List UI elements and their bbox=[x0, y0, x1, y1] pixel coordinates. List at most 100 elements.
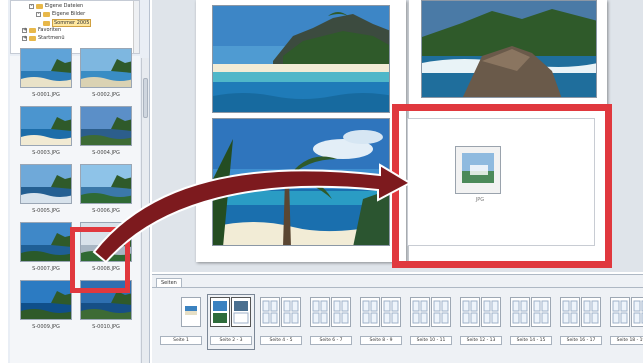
page-spread-thumbnail[interactable]: Seite 4 - 5 bbox=[260, 297, 302, 347]
photo-slot-top-left[interactable] bbox=[212, 5, 390, 113]
spread-page bbox=[260, 297, 280, 327]
spread-page bbox=[381, 297, 401, 327]
thumbnail-caption: S-0005.JPG bbox=[32, 208, 60, 214]
thumbnail-item[interactable]: S-0009.JPG bbox=[20, 280, 72, 330]
strip-divider bbox=[152, 287, 643, 288]
coast-rock-photo bbox=[422, 1, 596, 97]
thumbnail-caption: S-0007.JPG bbox=[32, 266, 60, 272]
tree-item-label: Favoriten bbox=[38, 27, 62, 33]
page-spread-thumbnail[interactable]: Seite 12 - 13 bbox=[460, 297, 502, 347]
palm-beach-photo bbox=[213, 119, 389, 245]
spread-label: Seite 4 - 5 bbox=[260, 336, 302, 345]
tree-item-label: Sommer 2005 bbox=[52, 19, 92, 27]
spread-page bbox=[360, 297, 380, 327]
page-spread-thumbnail[interactable]: Seite 8 - 9 bbox=[360, 297, 402, 347]
thumbnail-caption: S-0001.JPG bbox=[32, 92, 60, 98]
spread-page bbox=[431, 297, 451, 327]
tree-item-label: Eigene Bilder bbox=[52, 11, 86, 17]
thumbnail-image bbox=[20, 48, 72, 88]
spread-label: Seite 12 - 13 bbox=[460, 336, 502, 345]
spread-page bbox=[481, 297, 501, 327]
tree-item[interactable]: + Startmenü bbox=[22, 35, 65, 41]
thumbnail-image bbox=[80, 106, 132, 146]
page-spread-thumbnail[interactable]: Seite 10 - 11 bbox=[410, 297, 452, 347]
spread-page bbox=[460, 297, 480, 327]
file-browser-sidebar: - Eigene Dateien - Eigene Bilder Sommer 2005… bbox=[8, 0, 150, 363]
expand-icon[interactable]: + bbox=[22, 27, 27, 33]
folder-icon bbox=[29, 35, 36, 41]
thumbnail-caption: S-0010.JPG bbox=[92, 324, 120, 330]
thumbnail-caption: S-0006.JPG bbox=[92, 208, 120, 214]
page-spread-thumbnail[interactable]: Seite 14 - 15 bbox=[510, 297, 552, 347]
folder-icon bbox=[43, 11, 50, 17]
thumbnail-item[interactable]: S-0003.JPG bbox=[20, 106, 72, 156]
tree-item[interactable]: - Eigene Bilder bbox=[36, 11, 85, 17]
tree-item[interactable]: + Favoriten bbox=[22, 27, 61, 33]
tree-item-label: Eigene Dateien bbox=[45, 3, 84, 9]
page-spread-thumbnail[interactable]: Seite 16 - 17 bbox=[560, 297, 602, 347]
thumbnail-item[interactable]: S-0001.JPG bbox=[20, 48, 72, 98]
spread-label: Seite 10 - 11 bbox=[410, 336, 452, 345]
spread-page bbox=[610, 297, 630, 327]
spread-page bbox=[410, 297, 430, 327]
thumbnail-item[interactable]: S-0006.JPG bbox=[80, 164, 132, 214]
spread-page bbox=[510, 297, 530, 327]
collapse-icon[interactable]: - bbox=[36, 11, 41, 17]
photo-slot-bottom-left[interactable] bbox=[212, 118, 390, 246]
spread-label: Seite 18 - 19 bbox=[610, 336, 643, 345]
spread-page bbox=[310, 297, 330, 327]
spread-label: Seite 16 - 17 bbox=[560, 336, 602, 345]
thumbnail-item[interactable]: S-0007.JPG bbox=[20, 222, 72, 272]
spread-page bbox=[531, 297, 551, 327]
spread-label: Seite 6 - 7 bbox=[310, 336, 352, 345]
page-spread-thumbnail[interactable]: Seite 1 bbox=[160, 297, 202, 347]
spread-page bbox=[331, 297, 351, 327]
spread-label: Seite 8 - 9 bbox=[360, 336, 402, 345]
spread-label: Seite 1 bbox=[160, 336, 202, 345]
spread-page bbox=[181, 297, 201, 327]
page-workspace: JPG bbox=[152, 0, 643, 272]
spread-page bbox=[281, 297, 301, 327]
thumbnail-image bbox=[80, 48, 132, 88]
spread-label: Seite 2 - 3 bbox=[210, 336, 252, 345]
tree-scrollbar[interactable] bbox=[133, 1, 139, 53]
thumbnail-image bbox=[20, 222, 72, 262]
thumbnail-image bbox=[20, 106, 72, 146]
dragged-photo-icon bbox=[456, 147, 500, 193]
scrollbar-thumb[interactable] bbox=[143, 78, 148, 118]
thumbnail-scrollbar[interactable] bbox=[141, 58, 149, 363]
thumbnail-grid: S-0001.JPG S-0002.JPG S-0003.JPG S-0004.JPG… bbox=[10, 48, 140, 363]
spread-page bbox=[560, 297, 580, 327]
drop-target-highlight bbox=[392, 104, 612, 268]
collapse-icon[interactable]: - bbox=[29, 3, 34, 9]
page-spread-thumbnail[interactable]: Seite 6 - 7 bbox=[310, 297, 352, 347]
thumbnail-item[interactable]: S-0002.JPG bbox=[80, 48, 132, 98]
tree-item-label: Startmenü bbox=[38, 35, 65, 41]
spread-page bbox=[231, 297, 251, 327]
beach-photo-rocks bbox=[213, 6, 389, 112]
thumbnail-item[interactable]: S-0004.JPG bbox=[80, 106, 132, 156]
expand-icon[interactable]: + bbox=[22, 35, 27, 41]
thumbnail-image bbox=[20, 280, 72, 320]
tree-item[interactable]: - Eigene Dateien bbox=[29, 3, 83, 9]
page-spread-thumbnail[interactable]: Seite 18 - 19 bbox=[610, 297, 643, 347]
photo-slot-top-right[interactable] bbox=[421, 0, 597, 98]
thumbnail-item[interactable]: S-0005.JPG bbox=[20, 164, 72, 214]
album-page-left[interactable] bbox=[196, 0, 406, 262]
thumbnail-caption: S-0003.JPG bbox=[32, 150, 60, 156]
thumbnail-caption: S-0009.JPG bbox=[32, 324, 60, 330]
thumbnail-caption: S-0004.JPG bbox=[92, 150, 120, 156]
tree-item[interactable]: Sommer 2005 bbox=[43, 19, 92, 27]
folder-icon bbox=[29, 27, 36, 33]
page-spread-thumbnail[interactable]: Seite 2 - 3 bbox=[207, 294, 255, 350]
spread-page bbox=[210, 297, 230, 327]
dragged-photo-label: JPG bbox=[475, 197, 485, 203]
spread-label: Seite 14 - 15 bbox=[510, 336, 552, 345]
folder-tree: - Eigene Dateien - Eigene Bilder Sommer 2005… bbox=[10, 0, 140, 54]
folder-icon bbox=[36, 3, 43, 9]
folder-icon bbox=[43, 20, 50, 26]
page-strip: Seiten Seite 1 Seite 2 - 3 Seite 4 - 5 Seit… bbox=[152, 274, 643, 363]
drag-source-highlight bbox=[70, 227, 130, 293]
thumbnail-image bbox=[80, 164, 132, 204]
thumbnail-image bbox=[20, 164, 72, 204]
